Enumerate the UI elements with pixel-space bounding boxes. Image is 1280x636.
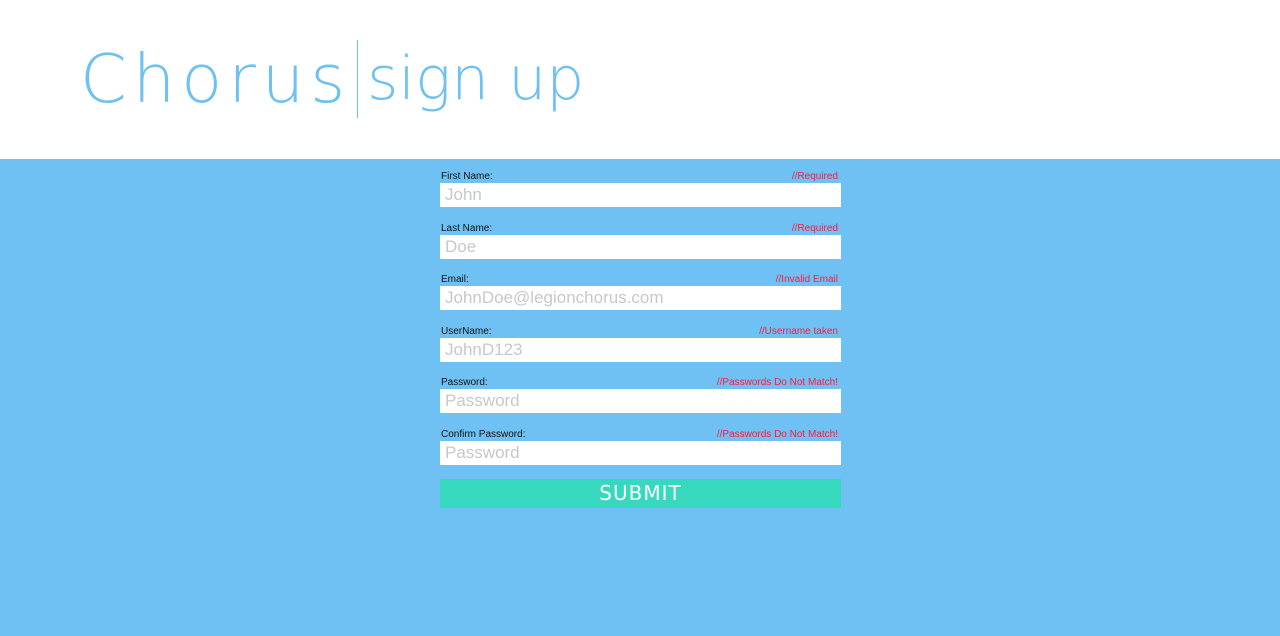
- email-field: Email: //Invalid Email: [440, 273, 841, 325]
- last-name-label: Last Name:: [441, 222, 493, 234]
- brand-name: Chorus: [80, 39, 352, 118]
- username-error: //Username taken: [759, 325, 838, 337]
- confirm-password-label: Confirm Password:: [441, 428, 526, 440]
- brand-logo: Chorus sign up: [80, 38, 584, 120]
- password-input[interactable]: [440, 389, 841, 413]
- first-name-label: First Name:: [441, 171, 493, 182]
- last-name-field: Last Name: //Required: [440, 222, 841, 274]
- email-input[interactable]: [440, 286, 841, 310]
- brand-divider: [357, 40, 359, 118]
- confirm-password-error: //Passwords Do Not Match!: [716, 428, 838, 440]
- confirm-password-input[interactable]: [440, 440, 841, 465]
- last-name-error: //Required: [791, 222, 838, 234]
- first-name-error: //Required: [791, 171, 838, 182]
- username-label: UserName:: [441, 325, 492, 337]
- first-name-field: First Name: //Required: [440, 170, 841, 222]
- password-error: //Passwords Do Not Match!: [716, 377, 838, 388]
- password-field: Password: //Passwords Do Not Match!: [440, 376, 841, 428]
- username-field: UserName: //Username taken: [440, 325, 841, 377]
- email-error: //Invalid Email: [775, 274, 838, 285]
- page-title: sign up: [367, 44, 585, 114]
- page-header: Chorus sign up: [0, 0, 1280, 159]
- confirm-password-field: Confirm Password: //Passwords Do Not Mat…: [440, 428, 841, 480]
- signup-form: First Name: //Required Last Name: //Requ…: [440, 170, 841, 479]
- username-input[interactable]: [440, 337, 841, 362]
- password-label: Password:: [441, 377, 488, 388]
- email-label: Email:: [441, 274, 469, 285]
- last-name-input[interactable]: [440, 234, 841, 259]
- submit-button[interactable]: SUBMIT: [440, 479, 841, 508]
- first-name-input[interactable]: [440, 183, 841, 207]
- signup-panel: First Name: //Required Last Name: //Requ…: [0, 159, 1280, 636]
